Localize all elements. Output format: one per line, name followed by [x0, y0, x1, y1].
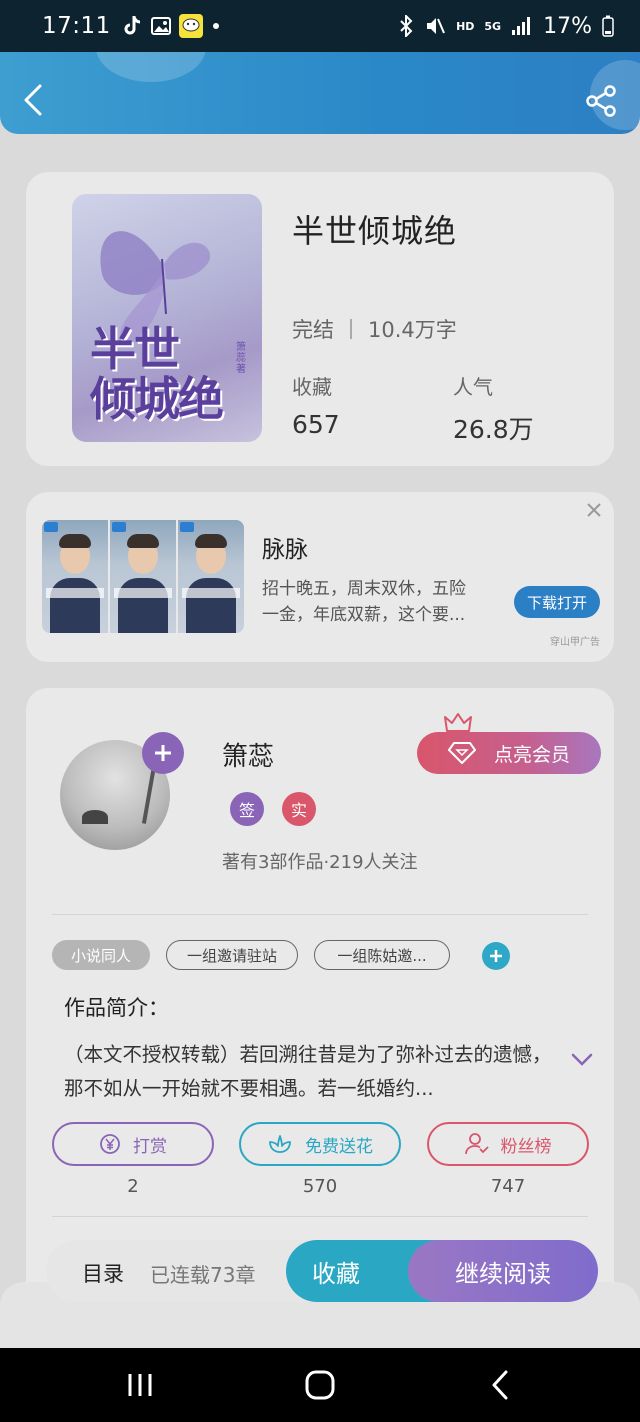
system-nav-bar	[0, 1348, 640, 1422]
plus-icon	[155, 745, 171, 761]
tag-pill[interactable]: 一组陈姑邀...	[314, 940, 450, 970]
recents-icon	[128, 1374, 152, 1396]
tag-pill[interactable]: 一组邀请驻站	[166, 940, 298, 970]
verified-badge: 实	[282, 792, 316, 826]
book-title: 半世倾城绝	[292, 212, 458, 250]
vip-button[interactable]: 点亮会员	[417, 732, 601, 774]
fans-count: 747	[490, 1176, 526, 1197]
diamond-icon	[447, 742, 476, 764]
plus-icon	[490, 950, 502, 962]
ad-close-button[interactable]	[584, 500, 604, 520]
author-name[interactable]: 箫蕊	[222, 736, 274, 773]
expand-intro-button[interactable]	[570, 1052, 594, 1068]
catalog-button[interactable]: 目录	[82, 1258, 124, 1288]
book-cover[interactable]: 半世 倾城绝 箫蕊著	[72, 194, 262, 442]
fans-rank-label: 粉丝榜	[500, 1136, 552, 1157]
vip-button-label: 点亮会员	[493, 743, 570, 766]
ad-download-button[interactable]: 下载打开	[514, 586, 600, 618]
battery-text: 17%	[543, 13, 592, 39]
popularity-label: 人气	[453, 375, 493, 399]
yen-coin-icon	[100, 1134, 120, 1154]
author-stats: 著有3部作品·219人关注	[222, 852, 418, 873]
collect-value: 657	[292, 410, 340, 439]
5g-label: 5G	[484, 19, 502, 33]
chevron-down-icon	[571, 1053, 593, 1066]
share-button[interactable]	[584, 84, 618, 118]
ad-image[interactable]	[42, 520, 244, 633]
app-notification-icon	[178, 14, 203, 38]
user-icon	[464, 1133, 489, 1155]
header-bubble	[96, 52, 206, 82]
book-word-count: 10.4万字	[368, 318, 457, 342]
chevron-left-icon	[24, 84, 42, 116]
mute-icon	[424, 15, 446, 37]
divider	[52, 914, 588, 915]
ad-description: 招十晚五，周末双休，五险一金，年底双薪，这个要...	[262, 579, 466, 625]
send-flower-label: 免费送花	[305, 1136, 373, 1157]
close-icon	[587, 503, 601, 517]
collect-label: 收藏	[292, 375, 332, 399]
system-icons: HD 5G 17%	[398, 14, 614, 39]
book-status: 完结	[292, 318, 334, 342]
add-tag-button[interactable]	[482, 942, 510, 970]
book-meta: 完结 10.4万字	[292, 314, 457, 344]
continue-reading-button[interactable]: 继续阅读	[408, 1240, 598, 1302]
ad-image-frame	[178, 520, 244, 633]
cover-author-seal: 箫蕊著	[236, 342, 246, 375]
crown-icon	[444, 712, 472, 734]
tag-pill[interactable]: 小说同人	[52, 940, 150, 970]
send-flower-button[interactable]: 免费送花	[239, 1122, 401, 1166]
ad-card[interactable]: 脉脉 招十晚五，周末双休，五险一金，年底双薪，这个要... 下载打开 穿山甲广告	[26, 492, 614, 662]
reward-button[interactable]: 打赏	[52, 1122, 214, 1166]
meta-divider	[350, 319, 352, 339]
ad-source-label: 穿山甲广告	[550, 637, 600, 648]
home-button[interactable]	[300, 1368, 340, 1402]
bottom-action-bar: 目录 已连载73章 收藏 继续阅读	[46, 1240, 598, 1302]
hd-label: HD	[456, 19, 475, 33]
home-icon	[305, 1370, 335, 1400]
reward-label: 打赏	[133, 1136, 167, 1157]
bluetooth-icon	[398, 15, 414, 37]
ad-app-name: 脉脉	[262, 537, 308, 563]
app-header	[0, 52, 640, 134]
cover-title-art: 半世 倾城绝	[90, 322, 224, 426]
intro-label: 作品简介：	[64, 996, 169, 1020]
reward-count: 2	[127, 1176, 139, 1197]
chapter-count: 已连载73章	[150, 1263, 256, 1287]
signal-icon	[511, 16, 533, 36]
collect-button-label: 收藏	[312, 1259, 360, 1288]
fans-rank-button[interactable]: 粉丝榜	[427, 1122, 589, 1166]
share-icon	[586, 85, 616, 117]
ad-image-frame	[42, 520, 110, 633]
gallery-icon	[150, 17, 171, 35]
tiktok-icon	[123, 15, 143, 37]
continue-reading-label: 继续阅读	[455, 1259, 551, 1288]
chevron-left-icon	[492, 1370, 508, 1400]
intro-text[interactable]: （本文不授权转载）若回溯往昔是为了弥补过去的遗憾，那不如从一开始就不要相遇。若一…	[64, 1038, 554, 1106]
follow-author-button[interactable]	[142, 732, 184, 774]
flower-count: 570	[302, 1176, 338, 1197]
recent-apps-button[interactable]	[120, 1368, 160, 1402]
ad-image-frame	[110, 520, 178, 633]
signed-badge: 签	[230, 792, 264, 826]
nav-back-button[interactable]	[480, 1368, 520, 1402]
book-info-card: 半世 倾城绝 箫蕊著 半世倾城绝 完结 10.4万字 收藏 657 人气 26.8…	[26, 172, 614, 466]
notification-icons	[123, 14, 221, 38]
dot-icon	[211, 21, 221, 31]
flower-icon	[269, 1135, 291, 1153]
status-time: 17:11	[42, 13, 111, 39]
status-bar: 17:11 HD 5G 17%	[0, 0, 640, 52]
back-button[interactable]	[18, 82, 50, 118]
divider	[52, 1216, 588, 1217]
battery-icon	[602, 15, 614, 37]
popularity-value: 26.8万	[453, 415, 534, 444]
